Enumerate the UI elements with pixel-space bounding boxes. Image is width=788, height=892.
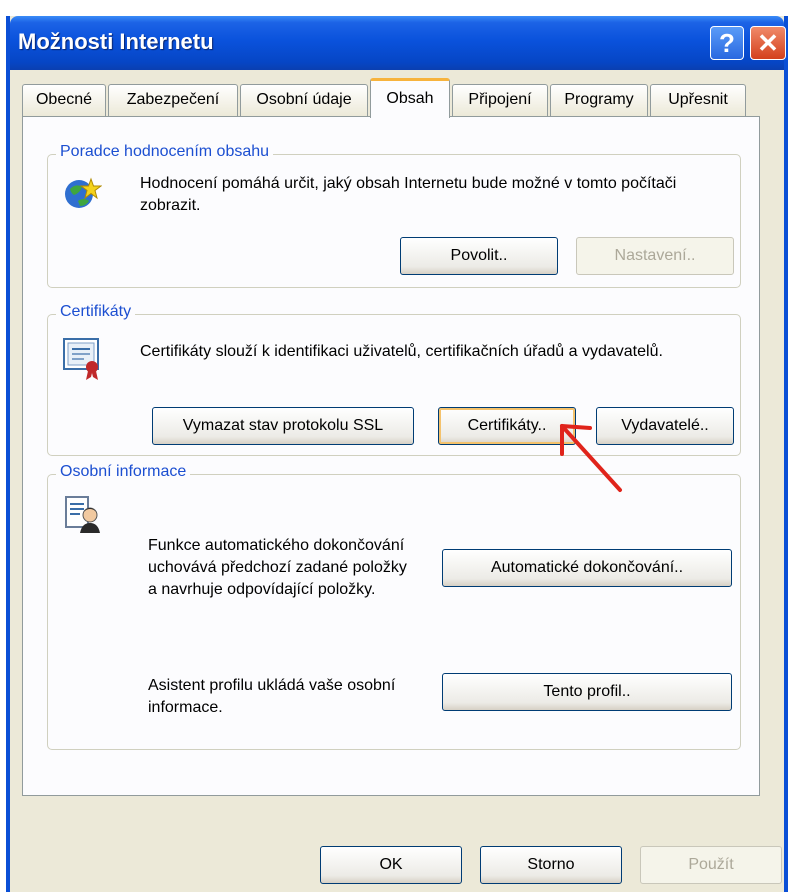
ok-button[interactable]: OK [320,846,462,884]
content-advisor-description: Hodnocení pomáhá určit, jaký obsah Inter… [140,175,677,214]
personal-information-legend: Osobní informace [56,463,191,481]
tab-content[interactable]: Obsah [370,78,450,118]
autocomplete-description: Funkce automatického dokončování uchováv… [148,537,407,598]
apply-button[interactable]: Použít [640,846,782,884]
tab-connections[interactable]: Připojení [452,84,548,116]
tab-advanced[interactable]: Upřesnit [650,84,746,116]
settings-button[interactable]: Nastavení.. [576,237,734,275]
autocomplete-button[interactable]: Automatické dokončování.. [442,549,732,587]
tab-security[interactable]: Zabezpečení [108,84,238,116]
clear-ssl-state-button[interactable]: Vymazat stav protokolu SSL [152,407,414,445]
globe-star-icon [65,177,102,208]
tab-general[interactable]: Obecné [22,84,106,116]
certificate-icon [63,338,99,380]
profile-card-icon [65,496,100,533]
content-advisor-group: Poradce hodnocením obsahu Hodnocení pomá… [47,143,741,288]
title-bar[interactable]: Možnosti Internetu ? ✕ [10,16,786,70]
personal-information-group: Osobní informace Funkce automatického do… [47,463,741,750]
annotation-arrow-icon [560,424,622,492]
cancel-button[interactable]: Storno [480,846,622,884]
help-icon: ? [719,28,735,58]
close-icon: ✕ [757,28,779,58]
content-tab-panel: Poradce hodnocením obsahu Hodnocení pomá… [22,116,760,796]
tab-programs[interactable]: Programy [550,84,648,116]
tab-privacy[interactable]: Osobní údaje [240,84,368,116]
this-profile-button[interactable]: Tento profil.. [442,673,732,711]
dialog-window: Možnosti Internetu ? ✕ Obecné Zabezpečen… [6,16,788,892]
close-button[interactable]: ✕ [750,26,786,60]
window-title: Možnosti Internetu [18,29,214,54]
enable-button[interactable]: Povolit.. [400,237,558,275]
certificates-description: Certifikáty slouží k identifikaci uživat… [140,343,663,360]
certificates-legend: Certifikáty [56,303,136,321]
help-button[interactable]: ? [710,26,744,60]
content-advisor-legend: Poradce hodnocením obsahu [56,143,274,161]
profile-description: Asistent profilu ukládá vaše osobní info… [148,677,396,716]
